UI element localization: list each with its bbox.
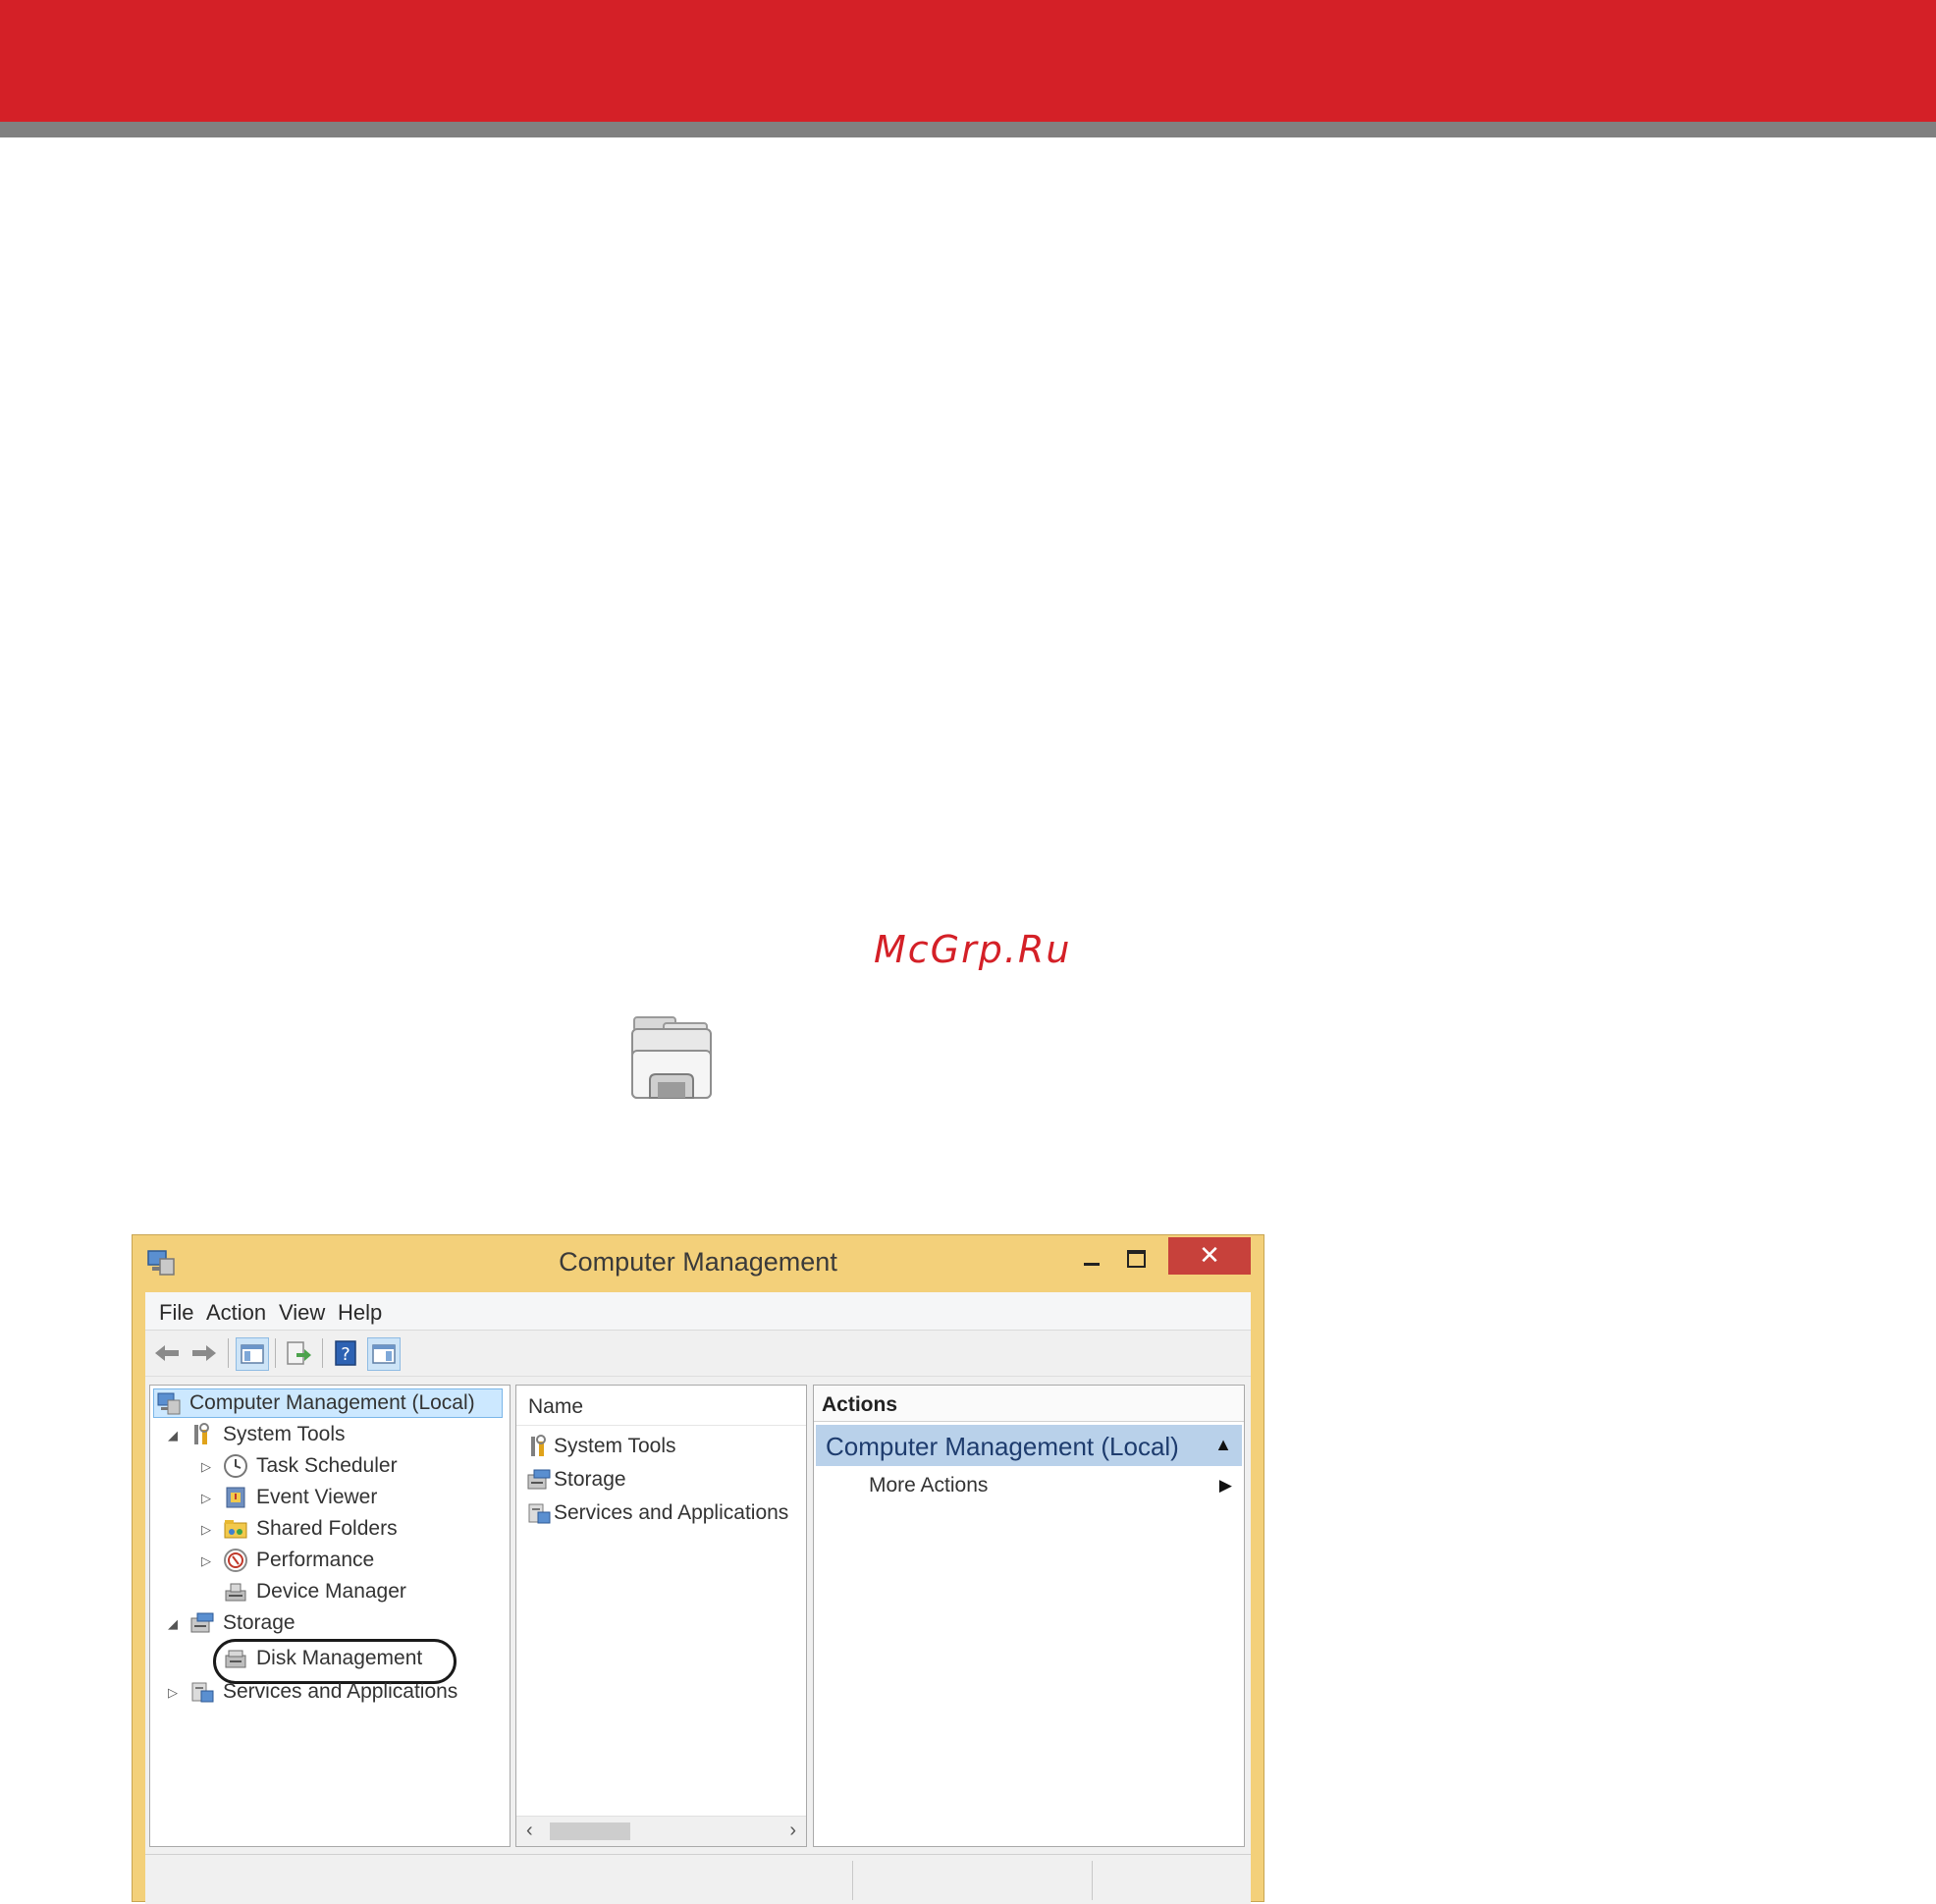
horizontal-scrollbar[interactable]: ‹ ›: [516, 1816, 806, 1846]
watermark: McGrp.Ru: [874, 928, 1072, 971]
maximize-icon: [1127, 1250, 1146, 1268]
actions-header-label: Actions: [822, 1393, 898, 1416]
expand-arrow-icon[interactable]: ▷: [201, 1553, 211, 1569]
device-manager-icon: [225, 1583, 246, 1602]
window-client: File Action View Help ? Computer Managem…: [145, 1292, 1251, 1904]
show-hide-console-tree-icon[interactable]: [236, 1337, 269, 1371]
header-stripe: [0, 122, 1936, 137]
minimize-button[interactable]: [1070, 1237, 1113, 1275]
status-divider: [852, 1861, 853, 1900]
tree-item-label: Device Manager: [256, 1580, 406, 1603]
actions-header: Actions: [814, 1386, 1244, 1422]
expand-arrow-icon[interactable]: ▷: [168, 1685, 178, 1701]
title-bar[interactable]: Computer Management ✕: [133, 1235, 1264, 1292]
maximize-button[interactable]: [1114, 1237, 1157, 1275]
scrollbar-thumb[interactable]: [550, 1822, 630, 1840]
show-hide-action-pane-icon[interactable]: [367, 1337, 401, 1371]
toolbar-separator: [275, 1338, 276, 1368]
tree-root-label: Computer Management (Local): [189, 1391, 475, 1414]
submenu-arrow-icon: ▶: [1218, 1476, 1232, 1495]
services-icon: [191, 1682, 214, 1703]
file-explorer-icon[interactable]: [624, 1011, 719, 1106]
storage-icon: [190, 1612, 214, 1633]
status-bar: [145, 1854, 1251, 1904]
collapse-arrow-icon[interactable]: ◢: [168, 1428, 178, 1443]
list-item-label: Storage: [554, 1468, 626, 1491]
menu-bar: File Action View Help: [145, 1292, 1251, 1331]
toolbar-separator: [228, 1338, 229, 1368]
tree-item-label: Task Scheduler: [256, 1454, 398, 1477]
svg-text:?: ?: [341, 1344, 350, 1365]
collapse-triangle-icon[interactable]: ▲: [1214, 1435, 1232, 1455]
toolbar: ?: [145, 1331, 1251, 1377]
toolbar-separator: [322, 1338, 323, 1368]
help-icon[interactable]: ?: [330, 1337, 361, 1369]
task-scheduler-icon: [224, 1454, 247, 1478]
list-item-label: Services and Applications: [554, 1501, 789, 1524]
collapse-arrow-icon[interactable]: ◢: [168, 1616, 178, 1632]
minimize-icon: [1084, 1263, 1100, 1266]
actions-section-label: Computer Management (Local): [826, 1432, 1179, 1461]
export-list-icon[interactable]: [283, 1337, 314, 1369]
computer-management-window: Computer Management ✕ File Action View H…: [132, 1234, 1264, 1904]
console-tree: Computer Management (Local) ◢ System Too…: [149, 1385, 511, 1847]
header-band: [0, 0, 1936, 122]
status-divider: [1092, 1861, 1093, 1900]
tree-item-label: Event Viewer: [256, 1486, 378, 1508]
menu-view[interactable]: View: [279, 1300, 325, 1326]
system-tools-icon: [194, 1423, 209, 1444]
tree-item-label: Performance: [256, 1549, 375, 1571]
tree-item-label: Storage: [223, 1611, 296, 1634]
system-tools-icon: [531, 1435, 546, 1456]
storage-icon: [527, 1469, 551, 1490]
close-icon: ✕: [1199, 1240, 1220, 1270]
forward-icon[interactable]: [188, 1337, 220, 1369]
shared-folders-icon: [224, 1520, 247, 1539]
tree-item-label: System Tools: [223, 1423, 346, 1445]
computer-management-icon: [157, 1392, 181, 1415]
scroll-right-icon[interactable]: ›: [789, 1820, 796, 1842]
tree-item-label: Services and Applications: [223, 1680, 458, 1703]
close-button[interactable]: ✕: [1168, 1237, 1251, 1275]
more-actions-item[interactable]: More Actions: [869, 1474, 988, 1497]
list-item-label: System Tools: [554, 1435, 676, 1457]
menu-action[interactable]: Action: [206, 1300, 266, 1326]
performance-icon: [224, 1549, 247, 1572]
column-header-name[interactable]: Name: [516, 1386, 806, 1426]
event-viewer-icon: [226, 1487, 245, 1508]
menu-file[interactable]: File: [159, 1300, 193, 1326]
actions-section-computer-management[interactable]: Computer Management (Local) ▲: [816, 1425, 1242, 1466]
highlight-circle: [213, 1639, 457, 1684]
expand-arrow-icon[interactable]: ▷: [201, 1459, 211, 1475]
menu-help[interactable]: Help: [338, 1300, 382, 1326]
back-icon[interactable]: [151, 1337, 183, 1369]
result-pane: Name System Tools Storage Services and A…: [515, 1385, 807, 1847]
actions-pane: Actions Computer Management (Local) ▲ Mo…: [813, 1385, 1245, 1847]
services-icon: [528, 1503, 551, 1524]
expand-arrow-icon[interactable]: ▷: [201, 1491, 211, 1506]
expand-arrow-icon[interactable]: ▷: [201, 1522, 211, 1538]
tree-item-label: Shared Folders: [256, 1517, 398, 1540]
column-header-label: Name: [528, 1395, 584, 1418]
scroll-left-icon[interactable]: ‹: [526, 1820, 533, 1842]
